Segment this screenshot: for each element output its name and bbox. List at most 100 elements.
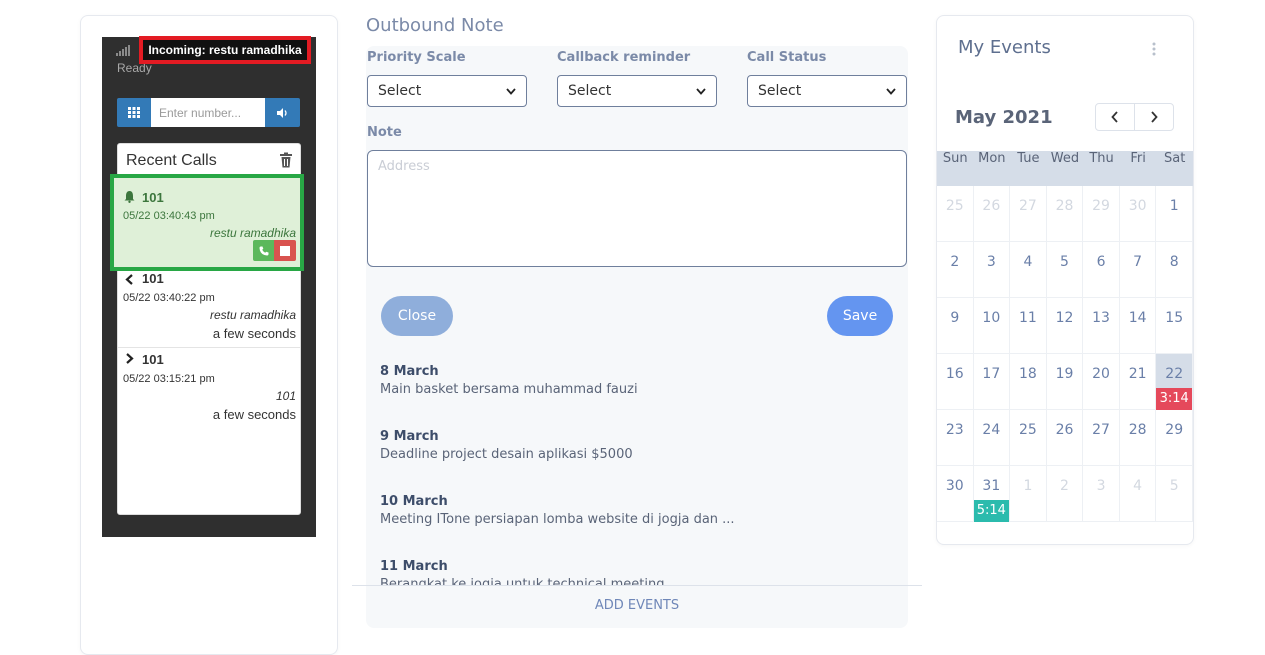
- calendar-event-chip[interactable]: 5:14: [973, 500, 1010, 522]
- incoming-call-banner: Incoming: restu ramadhika: [139, 36, 311, 64]
- event-item[interactable]: 11 March Berangkat ke jogja untuk techni…: [380, 559, 900, 585]
- recent-calls-title: Recent Calls: [126, 152, 217, 169]
- calendar-day[interactable]: 28: [1119, 410, 1157, 466]
- calendar-day[interactable]: 3: [973, 242, 1011, 298]
- day-number: 13: [1092, 310, 1110, 326]
- day-number: 5: [1060, 254, 1069, 270]
- event-item[interactable]: 8 March Main basket bersama muhammad fau…: [380, 364, 900, 397]
- calendar-day[interactable]: 7: [1119, 242, 1157, 298]
- call-status-label: Call Status: [747, 50, 827, 65]
- calendar-day[interactable]: 9: [937, 298, 974, 354]
- calendar-day[interactable]: 4: [1119, 466, 1157, 522]
- calendar-day[interactable]: 4: [1010, 242, 1047, 298]
- day-number: 30: [945, 478, 964, 494]
- phone-icon: [259, 246, 268, 255]
- keypad-button[interactable]: [117, 98, 151, 127]
- calendar-day[interactable]: 2: [1046, 466, 1084, 522]
- speaker-icon: [276, 107, 287, 118]
- weekday-label: Sat: [1163, 151, 1186, 166]
- day-number: 14: [1128, 310, 1147, 326]
- trash-icon[interactable]: [278, 152, 294, 168]
- calendar-day[interactable]: 25: [1010, 410, 1047, 466]
- calendar-day[interactable]: 23: [937, 410, 974, 466]
- more-vertical-icon[interactable]: [1150, 40, 1158, 58]
- day-number: 19: [1055, 366, 1074, 382]
- calendar-day[interactable]: 22 3:14: [1156, 354, 1193, 410]
- day-number: 27: [1019, 198, 1037, 214]
- calendar-day[interactable]: 6: [1083, 242, 1120, 298]
- chevron-left-icon: [1111, 111, 1118, 123]
- priority-select[interactable]: Select: [367, 75, 527, 107]
- calendar-day[interactable]: 1: [1156, 186, 1193, 242]
- reject-call-button[interactable]: [274, 240, 296, 261]
- recent-call-item[interactable]: 101 05/22 03:15:21 pm 101 a few seconds: [118, 349, 300, 429]
- close-button[interactable]: Close: [381, 296, 453, 336]
- event-description: Deadline project desain aplikasi $5000: [380, 447, 633, 462]
- calendar-day[interactable]: 16: [937, 354, 974, 410]
- event-item[interactable]: 9 March Deadline project desain aplikasi…: [380, 429, 900, 462]
- calendar-day[interactable]: 19: [1046, 354, 1084, 410]
- callback-select-value: Select: [568, 83, 612, 99]
- caller-name: restu ramadhika: [209, 226, 296, 240]
- day-number: 28: [1055, 198, 1074, 214]
- calendar-day[interactable]: 21: [1119, 354, 1157, 410]
- calendar-day[interactable]: 13: [1083, 298, 1120, 354]
- calendar-day[interactable]: 27: [1010, 186, 1047, 242]
- number-input[interactable]: [151, 98, 265, 127]
- calendar-day[interactable]: 17: [973, 354, 1011, 410]
- recent-call-item[interactable]: 101 05/22 03:40:22 pm restu ramadhika a …: [118, 270, 300, 348]
- calendar-day[interactable]: 28: [1046, 186, 1084, 242]
- calendar-day[interactable]: 31 5:14: [973, 466, 1011, 522]
- call-status-select[interactable]: Select: [747, 75, 907, 107]
- day-number: 9: [950, 310, 960, 326]
- calendar-day[interactable]: 5: [1156, 466, 1193, 522]
- add-events-link[interactable]: ADD EVENTS: [366, 598, 908, 613]
- calendar-day[interactable]: 8: [1156, 242, 1193, 298]
- calendar-day[interactable]: 14: [1119, 298, 1157, 354]
- volume-button[interactable]: [265, 98, 300, 127]
- weekday-header: Sun Mon Tue Wed Thu Fri Sat: [937, 151, 1193, 186]
- calendar-day[interactable]: 11: [1010, 298, 1047, 354]
- calendar-event-chip[interactable]: 3:14: [1156, 388, 1192, 410]
- calendar-day[interactable]: 2: [937, 242, 974, 298]
- calendar-day[interactable]: 5: [1046, 242, 1084, 298]
- day-number: 26: [1055, 422, 1074, 438]
- calendar-day[interactable]: 1: [1010, 466, 1047, 522]
- save-button[interactable]: Save: [827, 296, 893, 336]
- calendar-day[interactable]: 3: [1083, 466, 1120, 522]
- calendar-day[interactable]: 24: [973, 410, 1011, 466]
- day-number: 31: [982, 478, 1001, 494]
- calendar-day[interactable]: 20: [1083, 354, 1120, 410]
- event-date: 11 March: [380, 559, 448, 574]
- chevron-right-icon: [1151, 111, 1158, 123]
- calendar-day[interactable]: 25: [937, 186, 974, 242]
- chevron-right-icon: [126, 353, 134, 364]
- weekday-label: Wed: [1050, 151, 1080, 166]
- day-number: 4: [1023, 254, 1033, 270]
- day-number: 22: [1165, 366, 1184, 382]
- calendar-day[interactable]: 29: [1083, 186, 1120, 242]
- day-number: 23: [945, 422, 964, 438]
- calendar-day[interactable]: 10: [973, 298, 1011, 354]
- calendar-day[interactable]: 30: [1119, 186, 1157, 242]
- calendar-day[interactable]: 29: [1156, 410, 1193, 466]
- calendar-day[interactable]: 12: [1046, 298, 1084, 354]
- calendar-day[interactable]: 18: [1010, 354, 1047, 410]
- calendar-day[interactable]: 27: [1083, 410, 1120, 466]
- next-month-button[interactable]: [1134, 103, 1174, 131]
- calendar-day[interactable]: 30: [937, 466, 974, 522]
- calendar-day[interactable]: 26: [1046, 410, 1084, 466]
- previous-month-button[interactable]: [1095, 103, 1135, 131]
- answer-call-button[interactable]: [253, 240, 274, 261]
- calendar-day[interactable]: 15: [1156, 298, 1193, 354]
- day-number: 7: [1133, 254, 1143, 270]
- note-textarea[interactable]: [367, 150, 907, 267]
- day-number: 2: [950, 254, 960, 270]
- chevron-down-icon: [886, 87, 896, 95]
- day-number: 30: [1128, 198, 1147, 214]
- day-number: 24: [982, 422, 1001, 438]
- callback-select[interactable]: Select: [557, 75, 717, 107]
- event-item[interactable]: 10 March Meeting ITone persiapan lomba w…: [380, 494, 900, 527]
- priority-label: Priority Scale: [367, 50, 466, 65]
- calendar-day[interactable]: 26: [973, 186, 1011, 242]
